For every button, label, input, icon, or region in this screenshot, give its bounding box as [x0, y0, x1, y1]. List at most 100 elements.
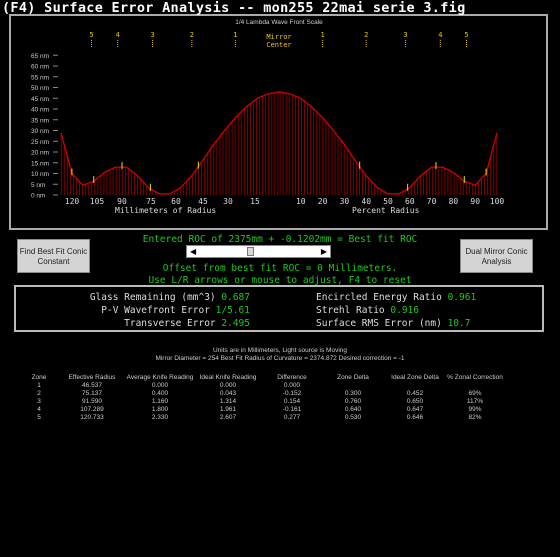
mirror-info: Mirror Diameter = 254 Best Fit Radius of…: [155, 355, 405, 362]
table-cell: 0.000: [151, 382, 169, 389]
zone-table-header: Ideal Knife Reading: [199, 374, 257, 381]
y-tick-label: 15 nm: [31, 160, 49, 167]
y-tick-label: 10 nm: [31, 171, 49, 178]
x-tick-percent: 80: [449, 197, 459, 206]
window-title: (F4) Surface Error Analysis -- mon255 22…: [2, 0, 466, 16]
table-cell: 0.300: [344, 390, 362, 397]
x-tick-percent: 60: [405, 197, 415, 206]
zone-marker-right: 2: [364, 31, 368, 39]
offset-text: Offset from best fit ROC = 0 Millimeters…: [162, 263, 398, 274]
table-cell: 1.314: [219, 398, 237, 405]
y-tick-label: 45 nm: [31, 96, 49, 103]
mirror-center-label: Mirror: [266, 33, 291, 41]
zone-marker-left: 2: [190, 31, 194, 39]
zone-marker-left: 1: [233, 31, 237, 39]
x-tick-percent: 90: [470, 197, 480, 206]
y-tick-label: 0 nm: [31, 193, 45, 200]
table-cell: 4: [37, 406, 41, 413]
table-cell: 0.000: [283, 382, 301, 389]
table-cell: [446, 382, 504, 390]
table-row: 3 91.590 1.160 1.314 0.154 0.760 0.650 117%: [20, 398, 504, 406]
glass-remaining-stat: Glass Remaining (mm^3) 0.687: [89, 292, 250, 303]
table-cell: [384, 382, 446, 390]
slider-thumb[interactable]: [247, 247, 254, 256]
units-info: Units are in Millimeters, Light source i…: [212, 347, 348, 354]
y-tick-label: 20 nm: [31, 150, 49, 157]
surface-profile-curve: [60, 91, 498, 195]
table-row: 1 46.537 0.000 0.000 0.000: [20, 382, 504, 390]
x-tick-mm: 120: [65, 197, 80, 206]
table-cell: 0.043: [219, 390, 237, 397]
x-tick-mm: 75: [146, 197, 156, 206]
x-axis-label-percent: Percent Radius: [352, 206, 420, 215]
table-row: 5 120.733 2.330 2.607 0.277 0.530 0.646 82%: [20, 414, 504, 422]
x-tick-percent: 40: [361, 197, 371, 206]
zone-marker-left: 5: [89, 31, 93, 39]
table-cell: 0.530: [344, 414, 362, 421]
zone-marker-right: 5: [464, 31, 468, 39]
zone-table-header: Average Knife Reading: [126, 374, 194, 381]
zone-marker-right: 1: [320, 31, 324, 39]
slider-right-arrow-icon[interactable]: ▶: [321, 247, 327, 256]
strehl-ratio-stat: Strehl Ratio 0.916: [316, 305, 419, 316]
table-cell: 0.760: [344, 398, 362, 405]
table-cell: 1.961: [219, 406, 237, 413]
y-tick-label: 5 nm: [31, 182, 45, 189]
table-cell: 99%: [468, 406, 482, 413]
y-tick-label: 50 nm: [31, 85, 49, 92]
y-tick-label: 60 nm: [31, 64, 49, 71]
table-cell: 0.154: [283, 398, 301, 405]
y-tick-label: 35 nm: [31, 117, 49, 124]
stats-panel: Glass Remaining (mm^3) 0.687 P-V Wavefro…: [14, 285, 544, 332]
x-tick-mm: 105: [90, 197, 105, 206]
table-cell: 0.452: [406, 390, 424, 397]
wavefront-chart: 1/4 Lambda Wave Front Scale 0 nm 5 nm 10 n…: [9, 14, 548, 230]
x-tick-mm: 15: [250, 197, 260, 206]
x-tick-mm: 45: [198, 197, 208, 206]
table-cell: -0.152: [282, 390, 302, 397]
transverse-error-stat: Transverse Error 2.495: [124, 318, 250, 329]
table-cell: 0.277: [283, 414, 301, 421]
zone-table-header: Effective Radius: [68, 374, 116, 381]
zone-table-header: Difference: [277, 374, 307, 381]
surface-rms-stat: Surface RMS Error (nm) 10.7: [316, 318, 471, 329]
table-cell: 1: [37, 382, 41, 389]
table-cell: [322, 382, 384, 390]
table-row: 2 75.137 0.400 0.043 -0.152 0.300 0.452 69%: [20, 390, 504, 398]
zone-marker-left: 4: [116, 31, 120, 39]
x-tick-percent: 30: [340, 197, 350, 206]
x-tick-mm: 30: [223, 197, 233, 206]
table-cell: 5: [37, 414, 41, 421]
zone-table-header: Zone: [31, 374, 47, 381]
table-cell: 0.400: [151, 390, 169, 397]
table-cell: 0.640: [344, 406, 362, 413]
pv-error-stat: P-V Wavefront Error 1/5.61: [101, 305, 250, 316]
slider-left-arrow-icon[interactable]: ◀: [190, 247, 196, 256]
x-tick-percent: 50: [383, 197, 393, 206]
table-cell: 69%: [468, 390, 482, 397]
zone-marker-left: 3: [150, 31, 154, 39]
y-tick-label: 65 nm: [31, 53, 49, 60]
table-cell: 0.650: [406, 398, 424, 405]
table-cell: 0.646: [406, 414, 424, 421]
y-tick-label: 40 nm: [31, 107, 49, 114]
mirror-center-label: Center: [266, 41, 291, 49]
x-tick-mm: 60: [171, 197, 181, 206]
table-row: 4 107.289 1.800 1.961 -0.161 0.640 0.647 99%: [20, 406, 504, 414]
x-tick-mm: 90: [117, 197, 127, 206]
table-cell: 2.607: [219, 414, 237, 421]
y-tick-label: 25 nm: [31, 139, 49, 146]
y-tick-label: 55 nm: [31, 74, 49, 81]
x-tick-percent: 100: [490, 197, 505, 206]
encircled-energy-stat: Encircled Energy Ratio 0.961: [316, 292, 477, 303]
table-cell: 1.160: [151, 398, 169, 405]
entered-roc-text: Entered ROC of 2375mm + -0.1202mm = Best…: [142, 234, 418, 245]
table-cell: 91.590: [82, 398, 102, 405]
table-cell: 1.800: [151, 406, 169, 413]
table-cell: 120.733: [80, 414, 104, 421]
zone-table-header: Ideal Zone Delta: [391, 374, 439, 381]
chart-title: 1/4 Lambda Wave Front Scale: [235, 19, 323, 26]
y-tick-label: 30 nm: [31, 128, 49, 135]
roc-offset-slider[interactable]: ◀ ▶: [186, 245, 331, 258]
zone-table-header: % Zonal Correction: [447, 374, 503, 381]
